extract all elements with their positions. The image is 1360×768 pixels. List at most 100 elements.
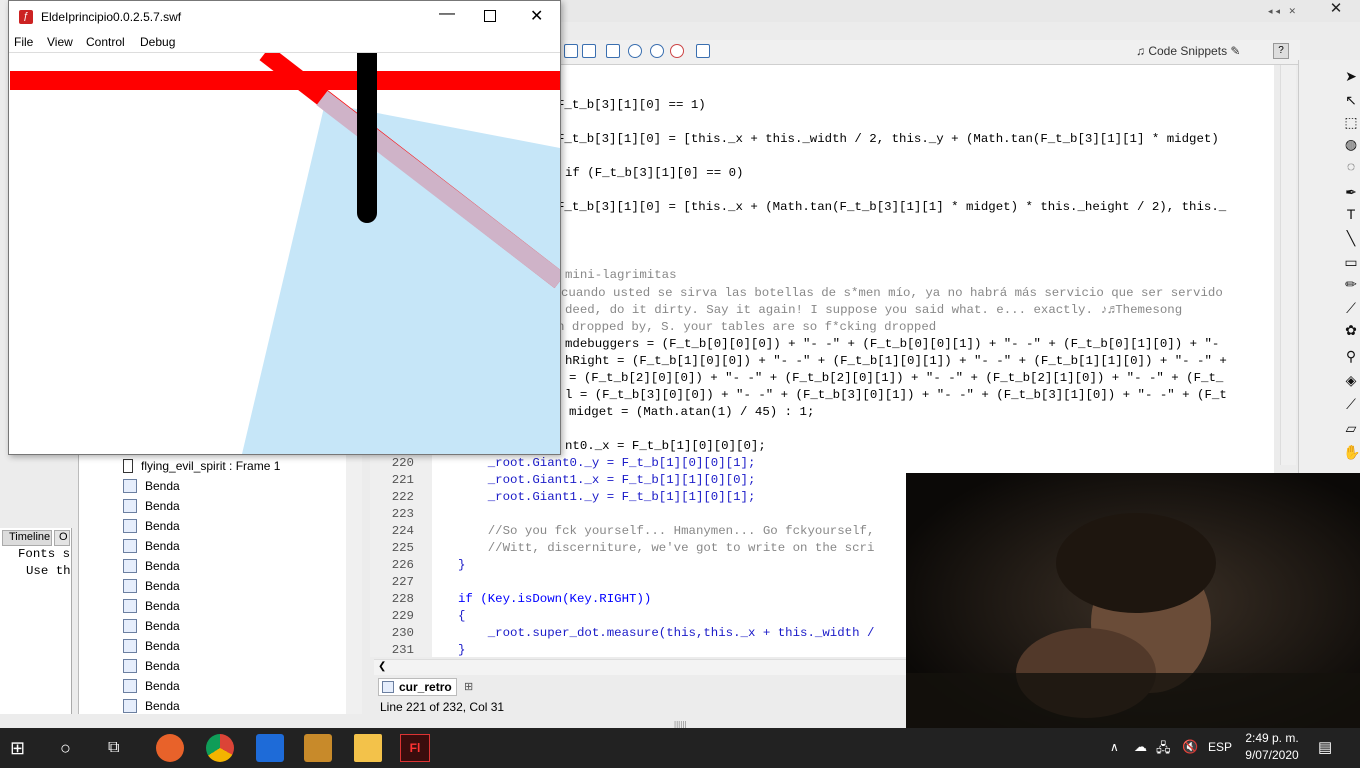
library-item[interactable]: Benda: [123, 617, 180, 635]
line-tool-icon[interactable]: ╲: [1343, 230, 1359, 246]
menu-view[interactable]: View: [47, 35, 73, 49]
library-item[interactable]: Benda: [123, 597, 180, 615]
code-line: deed, do it dirty. Say it again! I suppo…: [565, 303, 1183, 317]
minimize-icon[interactable]: —: [439, 5, 455, 23]
panel-collapse-icon[interactable]: ◂◂ ✕: [1268, 6, 1299, 17]
network-icon[interactable]: 🖧: [1156, 739, 1171, 761]
rectangle-tool-icon[interactable]: ▭: [1343, 254, 1359, 270]
uncomment-icon[interactable]: [650, 44, 664, 58]
task-view-icon[interactable]: ⧉: [108, 734, 136, 762]
maximize-icon[interactable]: [484, 10, 496, 22]
scroll-left-icon[interactable]: ❮: [378, 661, 386, 672]
code-line: {: [458, 609, 466, 623]
deco-tool-icon[interactable]: ✿: [1343, 322, 1359, 338]
library-item[interactable]: Benda: [123, 697, 180, 715]
free-transform-icon[interactable]: ⬚: [1343, 114, 1359, 130]
menu-debug[interactable]: Debug: [140, 35, 175, 49]
notifications-icon[interactable]: ▤: [1318, 738, 1332, 756]
pen-icon[interactable]: ✒: [1343, 184, 1359, 200]
brush-icon[interactable]: ⟋: [1343, 300, 1359, 316]
tab-output[interactable]: O: [54, 530, 70, 546]
animate-icon[interactable]: Fl: [400, 734, 430, 762]
input-language[interactable]: ESP: [1208, 740, 1232, 754]
selection-tool-icon[interactable]: ➤: [1343, 68, 1359, 84]
cortana-search-icon[interactable]: ○: [60, 734, 88, 762]
symbol-icon: [123, 499, 137, 513]
eraser-icon[interactable]: ▱: [1343, 420, 1359, 436]
chevron-up-icon[interactable]: ∧: [1110, 740, 1119, 754]
hand-tool-icon[interactable]: ✋: [1343, 444, 1360, 460]
tab-cur-retro[interactable]: cur_retro: [378, 678, 457, 696]
library-header-item[interactable]: flying_evil_spirit : Frame 1: [123, 457, 280, 475]
tab-timeline[interactable]: Timeline: [2, 530, 52, 546]
symbol-icon: [123, 699, 137, 713]
paint-bucket-icon[interactable]: ◈: [1343, 372, 1359, 388]
library-item-label: Benda: [145, 539, 180, 553]
menu-control[interactable]: Control: [86, 35, 125, 49]
wand-icon: ✎: [1227, 44, 1241, 58]
help-button[interactable]: ?: [1273, 43, 1289, 59]
windows-start-icon[interactable]: ⊞: [10, 734, 38, 762]
pencil-icon[interactable]: ✏: [1343, 276, 1359, 292]
close-icon[interactable]: ✕: [1318, 0, 1354, 18]
remove-comment-icon[interactable]: [670, 44, 684, 58]
library-item[interactable]: Benda: [123, 497, 180, 515]
clock-time[interactable]: 2:49 p. m.: [1244, 731, 1300, 745]
show-hide-toolbox-icon[interactable]: [696, 44, 710, 58]
video-editor-icon[interactable]: [256, 734, 284, 762]
menu-file[interactable]: File: [14, 35, 33, 49]
script-icon: [382, 681, 394, 693]
code-line: n dropped by, S. your tables are so f*ck…: [557, 320, 937, 334]
volume-muted-icon[interactable]: 🔇: [1182, 739, 1198, 755]
vertical-scrollbar[interactable]: [1280, 65, 1296, 465]
expand-icon[interactable]: [606, 44, 620, 58]
code-line: l = (F_t_b[3][0][0]) + "- -" + (F_t_b[3]…: [565, 388, 1227, 402]
pin-icon[interactable]: ⊞: [464, 680, 473, 693]
symbol-icon: [123, 559, 137, 573]
bone-tool-icon[interactable]: ⚲: [1343, 348, 1359, 364]
lasso-icon[interactable]: ◌: [1343, 158, 1359, 174]
code-line: }: [458, 558, 466, 572]
3d-rotation-icon[interactable]: ◍: [1343, 136, 1359, 152]
subselection-tool-icon[interactable]: ↖: [1343, 92, 1359, 108]
symbol-icon: [123, 539, 137, 553]
library-item[interactable]: Benda: [123, 677, 180, 695]
library-item[interactable]: Benda: [123, 517, 180, 535]
symbol-icon: [123, 599, 137, 613]
code-line: cuando usted se sirva las botellas de s*…: [561, 286, 1223, 300]
app-tool-icon[interactable]: [304, 734, 332, 762]
library-item[interactable]: Benda: [123, 477, 180, 495]
comment-icon[interactable]: [628, 44, 642, 58]
code-line: _root.super_dot.measure(this,this._x + t…: [458, 626, 875, 640]
window-title: EldeIprincipio0.0.2.5.7.swf: [41, 10, 182, 24]
red-horizontal-bar: [10, 71, 560, 90]
firefox-icon[interactable]: [156, 734, 184, 762]
movieclip-icon: [123, 459, 133, 473]
close-icon[interactable]: ✕: [530, 6, 543, 26]
target-icon[interactable]: [564, 44, 578, 58]
code-line: if (F_t_b[3][1][0] == 0): [565, 166, 744, 180]
video-overlay[interactable]: [906, 473, 1360, 728]
horizontal-scrollbar[interactable]: ❮: [374, 659, 906, 675]
text-tool-icon[interactable]: T: [1343, 206, 1359, 222]
library-item[interactable]: Benda: [123, 557, 180, 575]
code-line: F_t_b[3][1][0] = [this._x + (Math.tan(F_…: [557, 200, 1227, 214]
code-snippets-button[interactable]: ♫ Code Snippets ✎: [1136, 44, 1240, 58]
library-item[interactable]: Benda: [123, 577, 180, 595]
chrome-icon[interactable]: [206, 734, 234, 762]
library-item[interactable]: Benda: [123, 657, 180, 675]
line-number: 223: [391, 507, 414, 521]
collapse-icon[interactable]: [582, 44, 596, 58]
library-item-label: Benda: [145, 479, 180, 493]
clock-date[interactable]: 9/07/2020: [1240, 748, 1304, 762]
library-scrollbar[interactable]: [346, 452, 362, 714]
file-explorer-icon[interactable]: [354, 734, 382, 762]
swf-stage[interactable]: [10, 53, 560, 454]
eyedropper-icon[interactable]: ⟋: [1343, 396, 1359, 412]
symbol-icon: [123, 659, 137, 673]
library-item[interactable]: Benda: [123, 637, 180, 655]
library-item[interactable]: Benda: [123, 537, 180, 555]
symbol-icon: [123, 479, 137, 493]
line-number: 220: [391, 456, 414, 470]
network-drive-icon[interactable]: ☁: [1134, 739, 1147, 755]
